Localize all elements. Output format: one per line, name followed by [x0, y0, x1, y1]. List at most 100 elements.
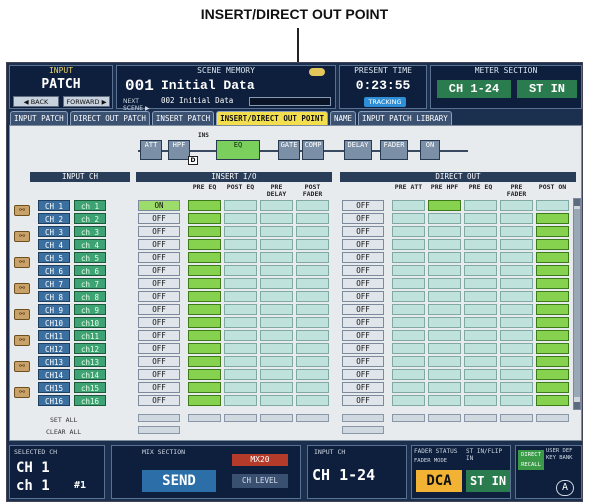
- channel-name[interactable]: ch15: [74, 382, 106, 393]
- direct-out-point-cell[interactable]: [464, 265, 497, 276]
- direct-out-point-cell[interactable]: [428, 304, 461, 315]
- set-all-direct-point[interactable]: [536, 414, 569, 422]
- direct-out-point-cell[interactable]: [500, 213, 533, 224]
- direct-out-point-cell[interactable]: [428, 395, 461, 406]
- dca-button[interactable]: DCA: [416, 470, 462, 492]
- patch-function-box[interactable]: INPUT PATCH ◀ BACK FORWARD ▶: [9, 65, 113, 109]
- channel-name[interactable]: ch12: [74, 343, 106, 354]
- direct-out-point-cell[interactable]: [500, 239, 533, 250]
- direct-out-point-cell[interactable]: [500, 226, 533, 237]
- channel-name[interactable]: ch16: [74, 395, 106, 406]
- direct-out-point-cell[interactable]: [536, 330, 569, 341]
- scroll-up-button[interactable]: [574, 199, 580, 206]
- direct-out-point-cell[interactable]: [464, 317, 497, 328]
- channel-label[interactable]: CH11: [38, 330, 70, 341]
- insert-point-cell[interactable]: [224, 239, 257, 250]
- direct-out-point-cell[interactable]: [428, 213, 461, 224]
- insert-point-cell[interactable]: [260, 239, 293, 250]
- mix-section-box[interactable]: MIX SECTION MX20 SEND CH LEVEL: [111, 445, 301, 499]
- set-all-insert-point[interactable]: [188, 414, 221, 422]
- direct-out-point-cell[interactable]: [392, 252, 425, 263]
- insert-on-button[interactable]: OFF: [138, 213, 180, 224]
- insert-point-cell[interactable]: [224, 369, 257, 380]
- set-all-insert-point[interactable]: [224, 414, 257, 422]
- insert-on-button[interactable]: OFF: [138, 226, 180, 237]
- meter-st-in-button[interactable]: ST IN: [517, 80, 577, 98]
- channel-name[interactable]: ch 8: [74, 291, 106, 302]
- direct-recall-label[interactable]: DIRECT RECALL: [518, 450, 544, 470]
- direct-out-point-cell[interactable]: [500, 356, 533, 367]
- insert-point-cell[interactable]: [260, 369, 293, 380]
- st-in-button[interactable]: ST IN: [466, 470, 510, 492]
- insert-on-button[interactable]: OFF: [138, 304, 180, 315]
- insert-point-cell[interactable]: [188, 226, 221, 237]
- insert-point-cell[interactable]: [260, 343, 293, 354]
- direct-out-point-cell[interactable]: [392, 213, 425, 224]
- direct-out-point-cell[interactable]: [428, 356, 461, 367]
- insert-point-cell[interactable]: [296, 291, 329, 302]
- channel-name[interactable]: ch11: [74, 330, 106, 341]
- insert-point-cell[interactable]: [188, 278, 221, 289]
- direct-out-on-button[interactable]: OFF: [342, 317, 384, 328]
- insert-point-cell[interactable]: [260, 200, 293, 211]
- insert-point-cell[interactable]: [224, 317, 257, 328]
- direct-out-point-cell[interactable]: [428, 278, 461, 289]
- clear-all-insert-on[interactable]: [138, 426, 180, 434]
- channel-label[interactable]: CH 1: [38, 200, 70, 211]
- insert-point-cell[interactable]: [260, 213, 293, 224]
- set-all-direct-point[interactable]: [392, 414, 425, 422]
- direct-recall-box[interactable]: DIRECT RECALL USER DEF KEY BANK A: [515, 445, 582, 499]
- channel-label[interactable]: CH 3: [38, 226, 70, 237]
- insert-point-cell[interactable]: [224, 291, 257, 302]
- insert-point-cell[interactable]: [260, 291, 293, 302]
- direct-out-point-cell[interactable]: [428, 382, 461, 393]
- channel-name[interactable]: ch 3: [74, 226, 106, 237]
- tab-insert-patch[interactable]: INSERT PATCH: [151, 111, 215, 125]
- insert-point-cell[interactable]: [296, 395, 329, 406]
- insert-on-button[interactable]: OFF: [138, 239, 180, 250]
- direct-out-on-button[interactable]: OFF: [342, 382, 384, 393]
- set-all-insert-point[interactable]: [296, 414, 329, 422]
- insert-point-cell[interactable]: [260, 304, 293, 315]
- user-def-bank-a[interactable]: A: [556, 480, 574, 496]
- channel-label[interactable]: CH 5: [38, 252, 70, 263]
- direct-out-point-cell[interactable]: [500, 395, 533, 406]
- set-all-direct-on[interactable]: [342, 414, 384, 422]
- channel-name[interactable]: ch 9: [74, 304, 106, 315]
- channel-scrollbar[interactable]: [573, 198, 581, 410]
- direct-out-on-button[interactable]: OFF: [342, 213, 384, 224]
- insert-point-cell[interactable]: [188, 317, 221, 328]
- direct-out-on-button[interactable]: OFF: [342, 369, 384, 380]
- channel-label[interactable]: CH16: [38, 395, 70, 406]
- set-all-insert-on[interactable]: [138, 414, 180, 422]
- insert-point-cell[interactable]: [188, 330, 221, 341]
- back-button[interactable]: ◀ BACK: [13, 96, 59, 107]
- tab-input-patch-library[interactable]: INPUT PATCH LIBRARY: [358, 111, 452, 125]
- direct-out-point-cell[interactable]: [428, 200, 461, 211]
- insert-on-button[interactable]: OFF: [138, 252, 180, 263]
- set-all-direct-point[interactable]: [464, 414, 497, 422]
- direct-out-point-cell[interactable]: [500, 252, 533, 263]
- insert-point-cell[interactable]: [296, 252, 329, 263]
- channel-label[interactable]: CH 4: [38, 239, 70, 250]
- direct-out-on-button[interactable]: OFF: [342, 395, 384, 406]
- direct-out-point-cell[interactable]: [536, 239, 569, 250]
- insert-point-cell[interactable]: [224, 278, 257, 289]
- insert-point-cell[interactable]: [224, 382, 257, 393]
- channel-name[interactable]: ch14: [74, 369, 106, 380]
- insert-point-cell[interactable]: [296, 343, 329, 354]
- insert-point-cell[interactable]: [296, 382, 329, 393]
- direct-out-on-button[interactable]: OFF: [342, 304, 384, 315]
- direct-out-point-cell[interactable]: [500, 382, 533, 393]
- insert-point-cell[interactable]: [224, 343, 257, 354]
- insert-point-cell[interactable]: [260, 252, 293, 263]
- scroll-down-button[interactable]: [574, 402, 580, 409]
- direct-out-point-cell[interactable]: [428, 226, 461, 237]
- direct-out-point-cell[interactable]: [500, 343, 533, 354]
- direct-out-point-cell[interactable]: [392, 356, 425, 367]
- direct-out-point-cell[interactable]: [464, 200, 497, 211]
- direct-out-point-cell[interactable]: [392, 369, 425, 380]
- direct-out-point-cell[interactable]: [500, 200, 533, 211]
- insert-on-button[interactable]: OFF: [138, 395, 180, 406]
- direct-out-point-cell[interactable]: [392, 265, 425, 276]
